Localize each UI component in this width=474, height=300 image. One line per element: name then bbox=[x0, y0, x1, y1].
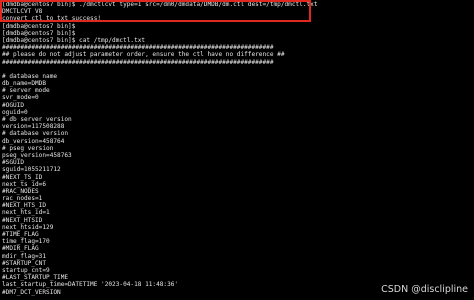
terminal-line: sguid=1055211712 bbox=[2, 166, 61, 174]
terminal-line: next_htsid=129 bbox=[2, 223, 54, 231]
terminal-line: version=117508288 bbox=[2, 123, 65, 131]
terminal-line: #MDIR_FLAG bbox=[2, 245, 39, 253]
terminal-line: #LAST_STARTUP_TIME bbox=[2, 274, 69, 282]
terminal-line: # server mode bbox=[2, 87, 50, 95]
watermark: CSDN @disclipline bbox=[381, 284, 468, 295]
terminal-line: #NEXT_HTS_ID bbox=[2, 202, 47, 210]
terminal-line: [dmdba@centos7 bin]$ bbox=[2, 22, 76, 30]
terminal-line: #OGUID bbox=[2, 101, 25, 109]
terminal-line: #DM7_DCT_VERSION bbox=[2, 288, 61, 296]
terminal-line: #NEXT_TS_ID bbox=[2, 173, 43, 181]
terminal-line: pseg_version=458763 bbox=[2, 151, 72, 159]
terminal-line: time_flag=170 bbox=[2, 238, 50, 246]
terminal-line: next_hts_id=1 bbox=[2, 209, 50, 217]
terminal-line: # database version bbox=[2, 130, 69, 138]
terminal-line: rac_nodes=1 bbox=[2, 195, 43, 203]
terminal-line: #TIME_FLAG bbox=[2, 231, 39, 238]
terminal-line: # database name bbox=[2, 72, 58, 80]
terminal-line: #RAC_NODES bbox=[2, 187, 39, 195]
terminal-line: last_startup_time=DATETIME '2023-04-18 1… bbox=[2, 281, 179, 289]
terminal-output: [dmdba@centos7 bin]$ ./dmctlcvt type=1 s… bbox=[2, 1, 318, 296]
terminal-line: #STARTUP_CNT bbox=[2, 259, 47, 267]
terminal-line: #SGUID bbox=[2, 159, 25, 167]
terminal-line: ########################################… bbox=[2, 58, 274, 66]
terminal-line: next_ts_id=6 bbox=[2, 180, 47, 188]
terminal-line: ########################################… bbox=[2, 44, 274, 52]
terminal-line: mdir_flag=31 bbox=[2, 252, 47, 260]
terminal-line: db_version=458764 bbox=[2, 137, 65, 145]
terminal-line: oguid=0 bbox=[2, 108, 28, 116]
terminal-line: [dmdba@centos7 bin]$ cat /tmp/dmctl.txt bbox=[2, 36, 146, 44]
terminal-line: # pseg version bbox=[2, 144, 54, 152]
command-highlight-box bbox=[0, 0, 311, 22]
terminal-line: svr_mode=0 bbox=[2, 94, 39, 102]
terminal-line: startup_cnt=9 bbox=[2, 266, 50, 274]
terminal-line: #NEXT_HTSID bbox=[2, 216, 43, 224]
terminal-line: # db server version bbox=[2, 116, 72, 123]
terminal-line: ## please do not adjust parameter order,… bbox=[2, 51, 285, 59]
terminal-line: db_name=DMDB bbox=[2, 80, 47, 88]
terminal-line: [dmdba@centos7 bin]$ bbox=[2, 29, 76, 37]
terminal-window[interactable]: [dmdba@centos7 bin]$ ./dmctlcvt type=1 s… bbox=[0, 0, 474, 300]
